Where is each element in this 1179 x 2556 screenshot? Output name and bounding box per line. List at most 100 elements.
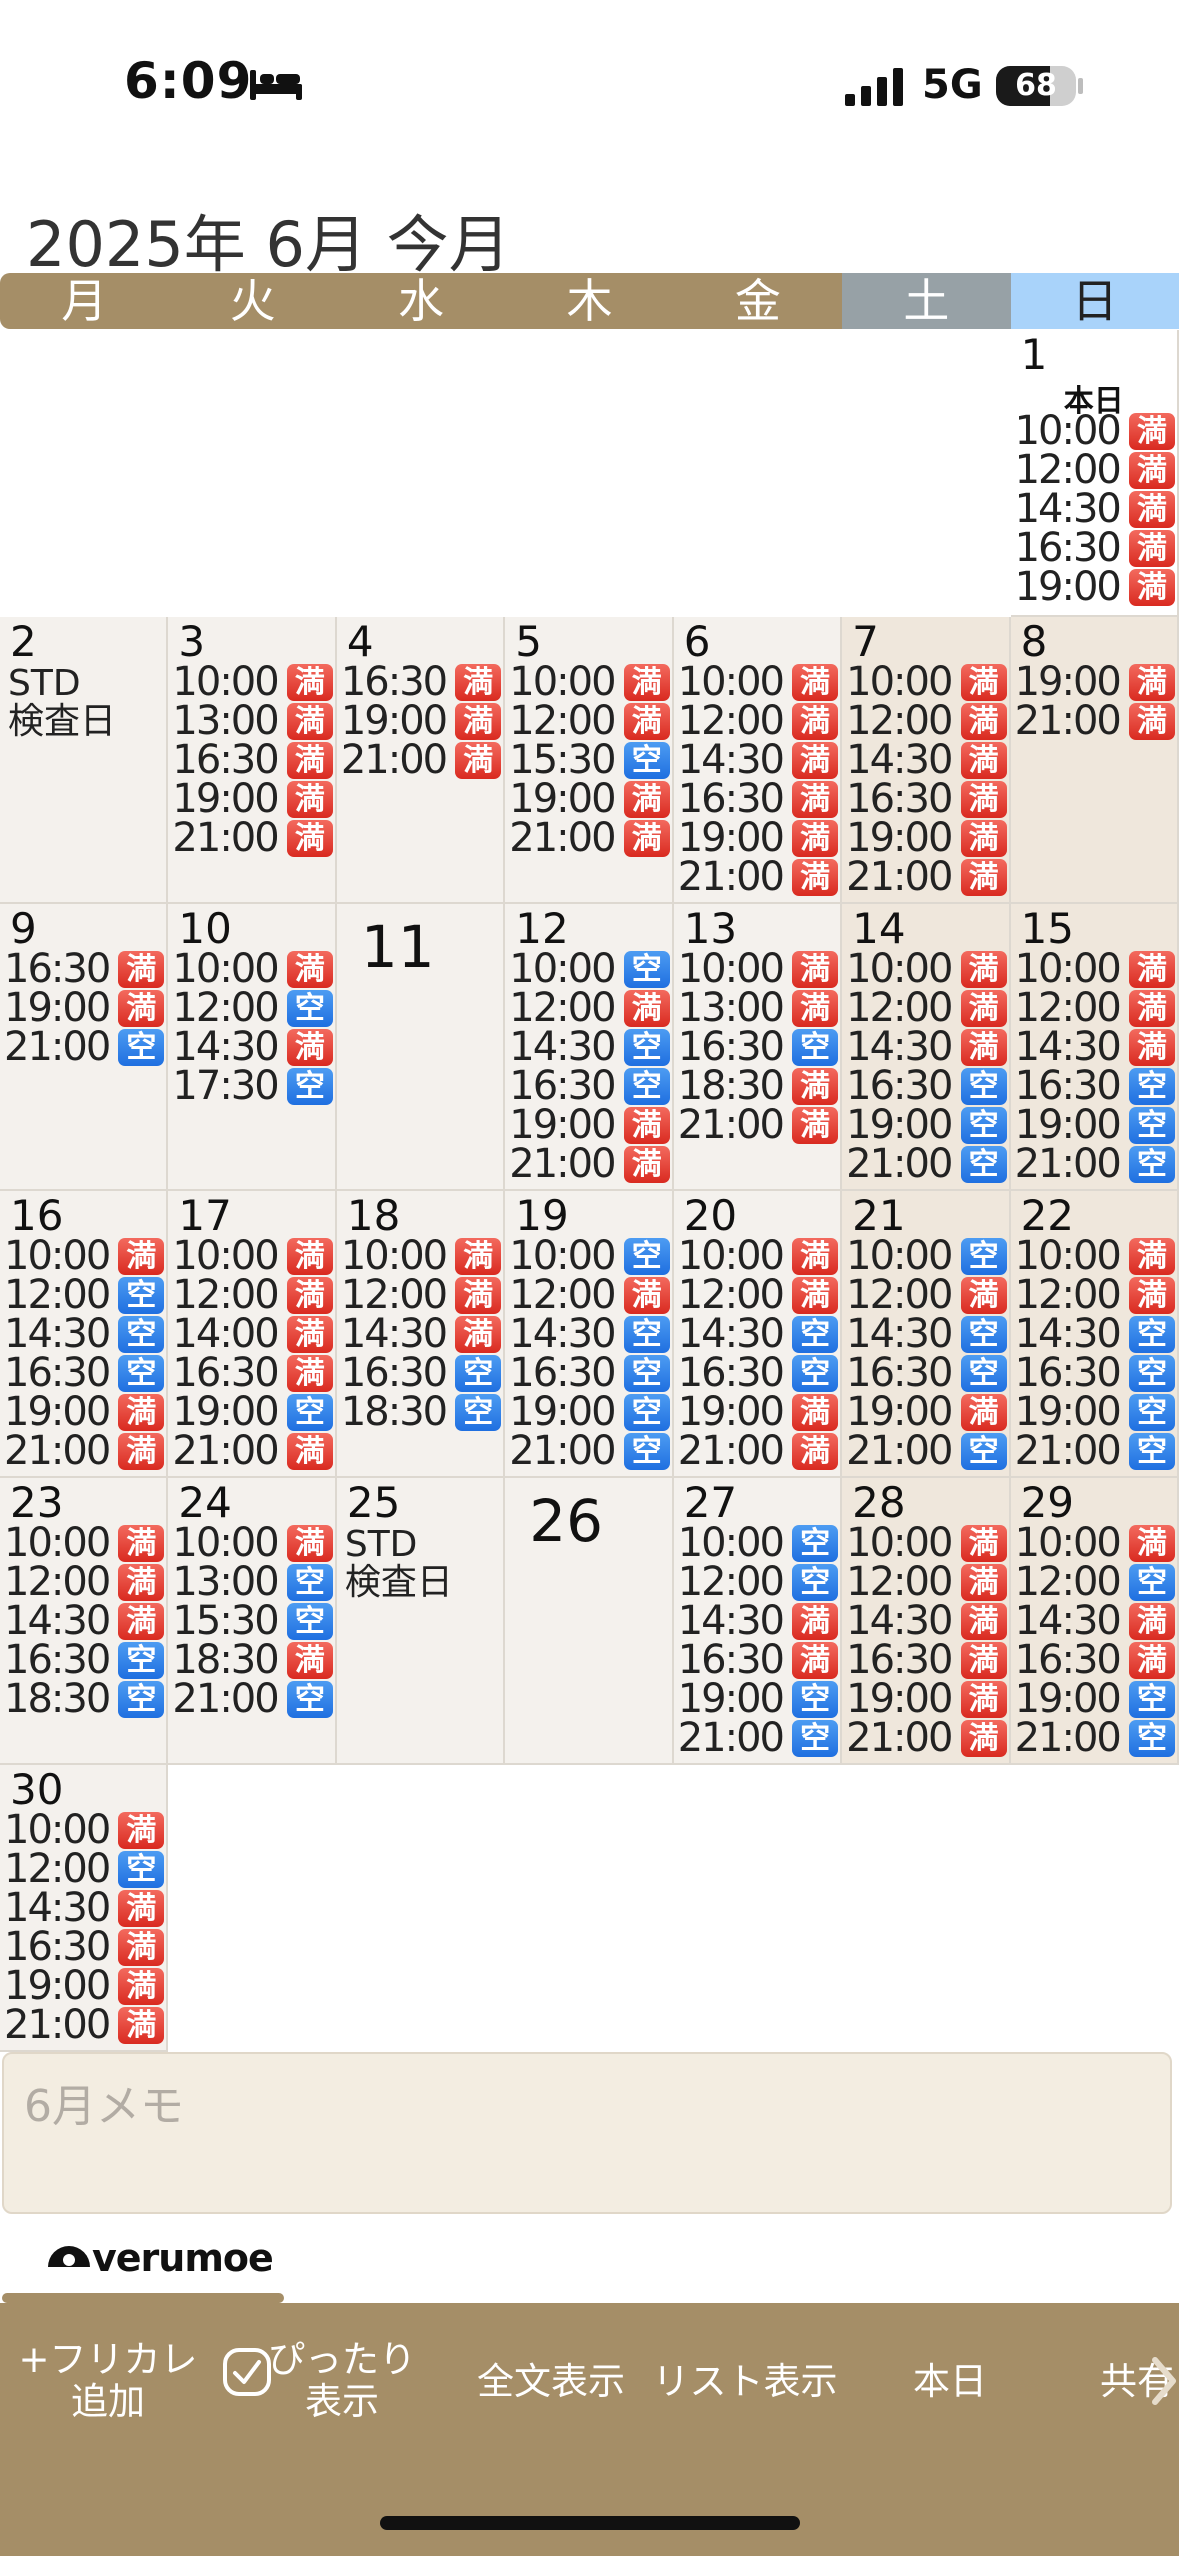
- time-slot[interactable]: 21:00 空: [1015, 1431, 1175, 1471]
- time-slot[interactable]: 12:00 満: [1015, 1275, 1175, 1315]
- time-slot[interactable]: 19:00 満: [846, 818, 1007, 858]
- time-slot[interactable]: 12:00 満: [1015, 450, 1175, 490]
- time-slot[interactable]: 12:00 満: [509, 701, 670, 741]
- time-slot[interactable]: 10:00 満: [172, 1236, 333, 1276]
- time-slot[interactable]: 19:00 満: [172, 779, 333, 819]
- day-cell-29[interactable]: 29 10:00 満 12:00 空 14:30 満 16:30 満 19:00 空 21:00 空: [1010, 1478, 1179, 1765]
- time-slot[interactable]: 10:00 空: [509, 1236, 670, 1276]
- time-slot[interactable]: 12:00 空: [4, 1849, 165, 1889]
- add-free-calendar-button[interactable]: +フリカレ 追加: [8, 2339, 208, 2423]
- time-slot[interactable]: 16:30 空: [1015, 1353, 1175, 1393]
- chevron-right-icon[interactable]: [1150, 2355, 1178, 2407]
- time-slot[interactable]: 19:00 空: [1015, 1679, 1175, 1719]
- time-slot[interactable]: 21:00 満: [678, 857, 839, 897]
- time-slot[interactable]: 14:30 満: [846, 1601, 1007, 1641]
- time-slot[interactable]: 10:00 満: [172, 1523, 333, 1563]
- time-slot[interactable]: 12:00 空: [1015, 1562, 1175, 1602]
- day-cell-24[interactable]: 24 10:00 満 13:00 空 15:30 空 18:30 満 21:00 空: [168, 1478, 337, 1765]
- time-slot[interactable]: 16:30 空: [4, 1353, 165, 1393]
- time-slot[interactable]: 16:30 空: [846, 1066, 1007, 1106]
- month-memo-field[interactable]: 6月メモ: [2, 2052, 1172, 2214]
- day-cell-19[interactable]: 19 10:00 空 12:00 満 14:30 空 16:30 空 19:00 空 21:00 空: [505, 1191, 674, 1478]
- day-cell-25[interactable]: 25 STD 検査日: [336, 1478, 506, 1765]
- time-slot[interactable]: 21:00 満: [678, 1431, 839, 1471]
- time-slot[interactable]: 10:00 満: [4, 1236, 165, 1276]
- time-slot[interactable]: 19:00 満: [509, 1105, 670, 1145]
- time-slot[interactable]: 18:30 空: [4, 1679, 165, 1719]
- time-slot[interactable]: 16:30 満: [678, 779, 839, 819]
- time-slot[interactable]: 21:00 満: [1015, 701, 1175, 741]
- day-cell-26[interactable]: 26: [505, 1478, 674, 1765]
- time-slot[interactable]: 10:00 空: [846, 1236, 1007, 1276]
- time-slot[interactable]: 16:30 空: [341, 1353, 502, 1393]
- full-text-button[interactable]: 全文表示: [446, 2361, 656, 2403]
- time-slot[interactable]: 19:00 空: [678, 1679, 839, 1719]
- time-slot[interactable]: 21:00 満: [172, 818, 333, 858]
- time-slot[interactable]: 14:30 空: [678, 1314, 839, 1354]
- day-cell-27[interactable]: 27 10:00 空 12:00 空 14:30 満 16:30 満 19:00 空 21:00 空: [673, 1478, 843, 1765]
- time-slot[interactable]: 10:00 満: [341, 1236, 502, 1276]
- time-slot[interactable]: 19:00 空: [509, 1392, 670, 1432]
- time-slot[interactable]: 16:30 空: [509, 1353, 670, 1393]
- time-slot[interactable]: 16:30 空: [1015, 1066, 1175, 1106]
- today-button[interactable]: 本日: [880, 2361, 1020, 2403]
- time-slot[interactable]: 16:30 満: [4, 1927, 165, 1967]
- day-cell-7[interactable]: 7 10:00 満 12:00 満 14:30 満 16:30 満 19:00 満 21:00 満: [842, 617, 1011, 904]
- time-slot[interactable]: 21:00 空: [1015, 1144, 1175, 1184]
- time-slot[interactable]: 19:00 満: [4, 988, 165, 1028]
- time-slot[interactable]: 19:00 満: [1015, 662, 1175, 702]
- time-slot[interactable]: 13:00 空: [172, 1562, 333, 1602]
- time-slot[interactable]: 14:30 満: [678, 740, 839, 780]
- time-slot[interactable]: 21:00 満: [341, 740, 502, 780]
- day-cell-5[interactable]: 5 10:00 満 12:00 満 15:30 空 19:00 満 21:00 満: [505, 617, 674, 904]
- time-slot[interactable]: 19:00 空: [846, 1105, 1007, 1145]
- time-slot[interactable]: 17:30 空: [172, 1066, 333, 1106]
- day-cell-23[interactable]: 23 10:00 満 12:00 満 14:30 満 16:30 空 18:30 空: [0, 1478, 169, 1765]
- time-slot[interactable]: 16:30 空: [509, 1066, 670, 1106]
- time-slot[interactable]: 16:30 満: [341, 662, 502, 702]
- time-slot[interactable]: 21:00 空: [172, 1679, 333, 1719]
- time-slot[interactable]: 13:00 満: [172, 701, 333, 741]
- list-view-button[interactable]: リスト表示: [640, 2361, 850, 2403]
- time-slot[interactable]: 21:00 満: [4, 1431, 165, 1471]
- time-slot[interactable]: 14:30 空: [509, 1027, 670, 1067]
- time-slot[interactable]: 14:00 満: [172, 1314, 333, 1354]
- day-cell-15[interactable]: 15 10:00 満 12:00 満 14:30 満 16:30 空 19:00 空 21:00 空: [1010, 904, 1179, 1191]
- time-slot[interactable]: 18:30 満: [678, 1066, 839, 1106]
- time-slot[interactable]: 21:00 満: [846, 1718, 1007, 1758]
- time-slot[interactable]: 21:00 満: [509, 818, 670, 858]
- time-slot[interactable]: 10:00 満: [846, 949, 1007, 989]
- time-slot[interactable]: 21:00 空: [509, 1431, 670, 1471]
- day-cell-20[interactable]: 20 10:00 満 12:00 満 14:30 空 16:30 空 19:00 満 21:00 満: [673, 1191, 843, 1478]
- time-slot[interactable]: 14:30 満: [341, 1314, 502, 1354]
- time-slot[interactable]: 12:00 満: [341, 1275, 502, 1315]
- time-slot[interactable]: 12:00 満: [846, 701, 1007, 741]
- time-slot[interactable]: 21:00 満: [172, 1431, 333, 1471]
- time-slot[interactable]: 14:30 満: [1015, 1027, 1175, 1067]
- day-cell-1[interactable]: 1 本日 10:00 満 12:00 満 14:30 満 16:30 満 19:00 満: [1010, 330, 1179, 617]
- time-slot[interactable]: 15:30 空: [172, 1601, 333, 1641]
- day-cell-13[interactable]: 13 10:00 満 13:00 満 16:30 空 18:30 満 21:00 満: [673, 904, 843, 1191]
- time-slot[interactable]: 21:00 空: [846, 1431, 1007, 1471]
- day-cell-17[interactable]: 17 10:00 満 12:00 満 14:00 満 16:30 満 19:00 空 21:00 満: [168, 1191, 337, 1478]
- time-slot[interactable]: 21:00 空: [1015, 1718, 1175, 1758]
- time-slot[interactable]: 14:30 満: [1015, 1601, 1175, 1641]
- time-slot[interactable]: 10:00 満: [172, 949, 333, 989]
- day-cell-22[interactable]: 22 10:00 満 12:00 満 14:30 空 16:30 空 19:00 空 21:00 空: [1010, 1191, 1179, 1478]
- day-cell-6[interactable]: 6 10:00 満 12:00 満 14:30 満 16:30 満 19:00 満 21:00 満: [673, 617, 843, 904]
- time-slot[interactable]: 10:00 満: [678, 662, 839, 702]
- time-slot[interactable]: 12:00 満: [172, 1275, 333, 1315]
- day-cell-21[interactable]: 21 10:00 空 12:00 満 14:30 空 16:30 空 19:00 満 21:00 空: [842, 1191, 1011, 1478]
- time-slot[interactable]: 16:30 空: [846, 1353, 1007, 1393]
- time-slot[interactable]: 10:00 満: [4, 1810, 165, 1850]
- time-slot[interactable]: 12:00 満: [4, 1562, 165, 1602]
- day-cell-30[interactable]: 30 10:00 満 12:00 空 14:30 満 16:30 満 19:00 満 21:00 満: [0, 1765, 169, 2052]
- day-cell-28[interactable]: 28 10:00 満 12:00 満 14:30 満 16:30 満 19:00 満 21:00 満: [842, 1478, 1011, 1765]
- time-slot[interactable]: 19:00 満: [1015, 567, 1175, 607]
- time-slot[interactable]: 10:00 満: [1015, 949, 1175, 989]
- time-slot[interactable]: 14:30 空: [4, 1314, 165, 1354]
- time-slot[interactable]: 12:00 満: [509, 988, 670, 1028]
- time-slot[interactable]: 19:00 満: [678, 818, 839, 858]
- day-cell-2[interactable]: 2 STD 検査日: [0, 617, 169, 904]
- time-slot[interactable]: 16:30 空: [678, 1027, 839, 1067]
